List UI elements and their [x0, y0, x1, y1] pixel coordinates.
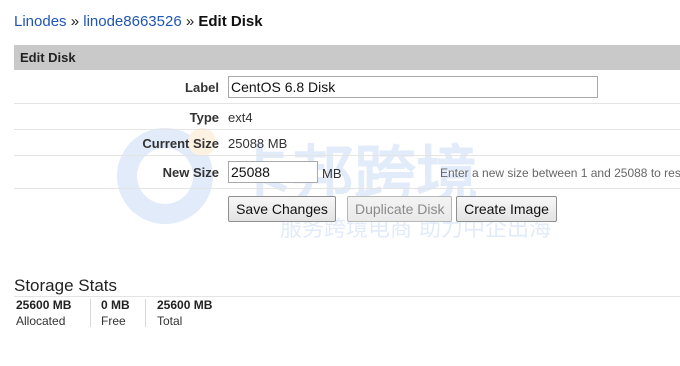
- stat-caption: Free: [101, 314, 126, 328]
- current-size-row: Current Size 25088 MB: [14, 130, 680, 156]
- new-size-unit: MB: [322, 166, 342, 181]
- stat-caption: Total: [157, 314, 183, 328]
- breadcrumb-linode-link[interactable]: linode8663526: [83, 13, 181, 30]
- label-field-label: Label: [185, 80, 219, 95]
- current-size-value: 25088 MB: [228, 136, 288, 151]
- type-value: ext4: [228, 110, 253, 125]
- stat-caption: Allocated: [16, 314, 66, 328]
- save-changes-button[interactable]: Save Changes: [228, 196, 336, 222]
- breadcrumb-separator: »: [70, 13, 80, 30]
- create-image-button[interactable]: Create Image: [456, 196, 557, 222]
- label-input[interactable]: [228, 76, 598, 98]
- new-size-input[interactable]: [228, 161, 318, 183]
- divider: [145, 299, 146, 327]
- label-row: Label: [14, 70, 680, 104]
- breadcrumb-linodes-link[interactable]: Linodes: [14, 13, 67, 30]
- storage-stats-title: Storage Stats: [14, 276, 118, 295]
- new-size-row: New Size MB Enter a new size between 1 a…: [14, 156, 680, 189]
- breadcrumb: Linodes » linode8663526 » Edit Disk: [14, 13, 263, 31]
- new-size-label: New Size: [162, 165, 219, 180]
- section-header: Edit Disk: [14, 45, 680, 70]
- stat-value: 25600 MB: [157, 298, 213, 312]
- duplicate-disk-button[interactable]: Duplicate Disk: [347, 196, 452, 222]
- stat-value: 25600 MB: [16, 298, 72, 312]
- breadcrumb-current: Edit Disk: [198, 13, 263, 30]
- edit-disk-page: 卡邦跨境 服务跨境电商 助力中企出海 Linodes » linode86635…: [0, 0, 680, 366]
- stat-value: 0 MB: [101, 298, 130, 312]
- divider: [14, 296, 680, 297]
- type-row: Type ext4: [14, 104, 680, 130]
- breadcrumb-separator: »: [185, 13, 195, 30]
- current-size-label: Current Size: [142, 136, 219, 151]
- type-field-label: Type: [189, 110, 219, 125]
- divider: [90, 299, 91, 327]
- new-size-hint: Enter a new size between 1 and 25088 to …: [440, 166, 680, 180]
